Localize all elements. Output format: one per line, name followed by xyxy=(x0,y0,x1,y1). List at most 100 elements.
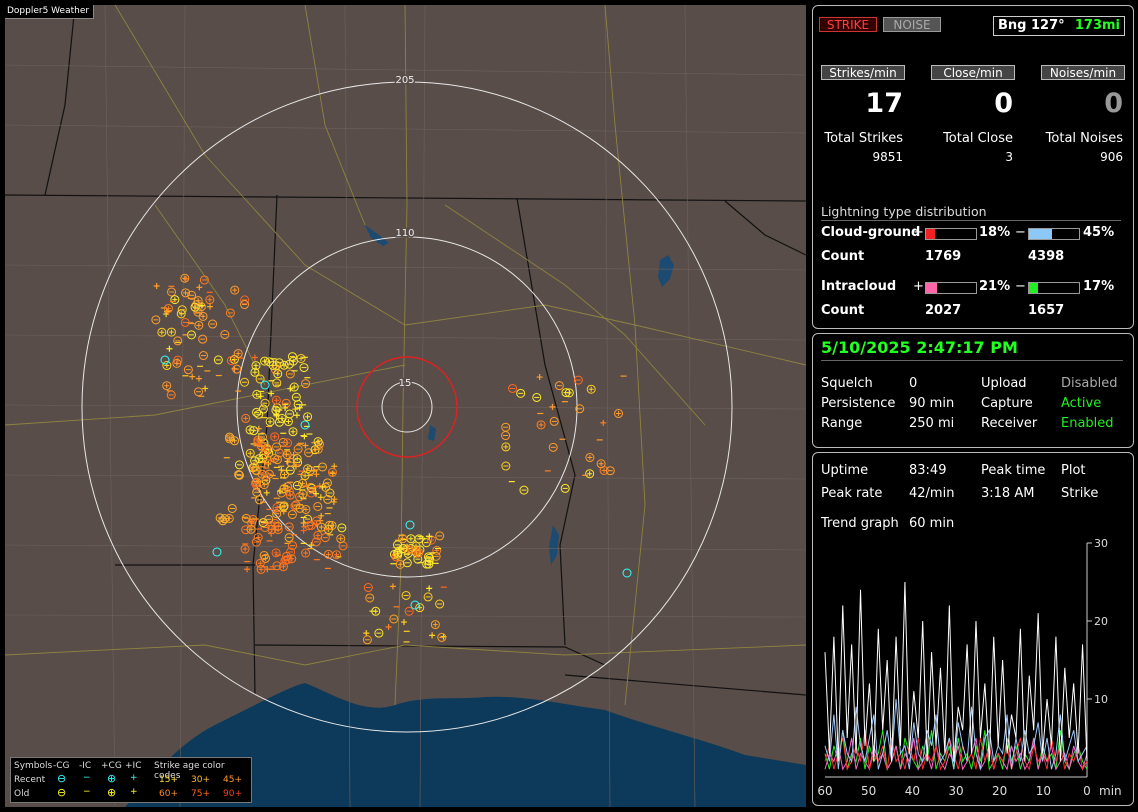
strike-marker xyxy=(272,434,278,440)
recent-strike-marker xyxy=(212,547,222,557)
strike-marker xyxy=(232,287,238,293)
range-label: Range xyxy=(821,416,863,431)
ic-minus-sign: − xyxy=(1015,279,1026,294)
highways xyxy=(5,5,806,706)
legend-recent-label: Recent xyxy=(14,775,46,785)
strike-marker xyxy=(429,632,436,639)
lightning-map[interactable]: 205 110 15 Doppler5 Weather Symbols -CG … xyxy=(5,5,806,807)
strike-marker xyxy=(303,550,309,556)
range-value: 250 mi xyxy=(909,416,955,431)
strike-marker xyxy=(300,480,306,486)
strike-marker xyxy=(315,532,321,538)
strikes-per-min-button[interactable]: Strikes/min xyxy=(821,65,905,80)
cg-positive-percent: 18% xyxy=(979,225,1011,240)
current-datetime: 5/10/2025 2:47:17 PM xyxy=(821,338,1123,361)
distance-value: 173mi xyxy=(1074,18,1120,33)
strike-marker xyxy=(588,386,594,392)
trend-x-tick-label: 60 xyxy=(817,784,832,798)
upload-label: Upload xyxy=(981,376,1027,391)
legend-recent-neg-cg-icon: ⊖ xyxy=(57,772,67,785)
recent-strike-marker xyxy=(410,600,420,610)
strike-marker xyxy=(385,624,392,631)
ic-negative-percent: 17% xyxy=(1083,279,1115,294)
strike-marker xyxy=(325,551,331,557)
strikes-per-min-value: 17 xyxy=(865,88,903,119)
strike-marker xyxy=(503,444,509,450)
plot-label: Plot xyxy=(1061,463,1086,478)
strike-marker xyxy=(207,303,214,310)
trend-x-unit: min xyxy=(1099,784,1122,798)
range-label-middle: 110 xyxy=(395,228,414,239)
strike-marker xyxy=(174,360,180,366)
strike-marker xyxy=(300,491,306,497)
legend-age-30: 30+ xyxy=(191,775,210,785)
legend-recent-neg-ic-icon: − xyxy=(83,773,91,783)
strike-marker xyxy=(317,494,324,501)
strike-marker xyxy=(275,527,281,533)
capture-label: Capture xyxy=(981,396,1033,411)
map-canvas: 205 110 15 xyxy=(5,5,806,807)
strike-marker xyxy=(247,450,253,456)
ic-positive-count: 2027 xyxy=(925,303,962,318)
receiver-label: Receiver xyxy=(981,416,1038,431)
noise-button[interactable]: NOISE xyxy=(883,17,941,32)
strike-marker xyxy=(263,489,270,496)
trend-panel: Uptime 83:49 Peak time Plot Peak rate 42… xyxy=(812,452,1134,806)
strike-marker xyxy=(363,630,370,637)
status-panel: 5/10/2025 2:47:17 PM Squelch 0 Upload Di… xyxy=(812,333,1134,448)
cg-plus-sign: + xyxy=(913,225,924,240)
strike-marker xyxy=(235,351,241,357)
peak-rate-label: Peak rate xyxy=(821,486,883,501)
strike-marker xyxy=(255,425,262,432)
strike-marker xyxy=(166,345,173,352)
strike-marker xyxy=(313,521,320,528)
trend-x-tick-label: 30 xyxy=(948,784,963,798)
strike-marker xyxy=(305,414,311,420)
upload-value: Disabled xyxy=(1061,376,1118,391)
strike-marker xyxy=(196,322,202,328)
strike-marker xyxy=(196,284,203,291)
strike-marker xyxy=(164,383,170,389)
trend-y-tick-label: 30 xyxy=(1094,537,1108,550)
plot-value[interactable]: Strike xyxy=(1061,486,1098,501)
strike-button[interactable]: STRIKE xyxy=(819,17,877,32)
trend-x-tick-label: 50 xyxy=(861,784,876,798)
legend-pos-ic: +IC xyxy=(125,761,142,771)
persistence-label: Persistence xyxy=(821,396,896,411)
legend-old-pos-cg-icon: ⊕ xyxy=(107,786,117,799)
legend-old-pos-ic-icon: + xyxy=(130,787,138,797)
strike-marker xyxy=(244,566,251,573)
strike-marker xyxy=(168,329,174,335)
bearing-value: Bng 127° xyxy=(998,18,1065,33)
recent-strike-marker xyxy=(160,355,170,365)
strike-marker xyxy=(202,385,209,392)
squelch-label: Squelch xyxy=(821,376,873,391)
total-noises-value: 906 xyxy=(1100,150,1123,164)
noises-per-min-button[interactable]: Noises/min xyxy=(1041,65,1125,80)
total-noises-label: Total Noises xyxy=(1045,131,1123,146)
strike-marker xyxy=(549,403,556,410)
lake xyxy=(428,425,436,441)
legend-old-label: Old xyxy=(14,789,30,799)
legend-recent-pos-cg-icon: ⊕ xyxy=(107,772,117,785)
legend-old-neg-ic-icon: − xyxy=(83,787,91,797)
trend-x-tick-label: 0 xyxy=(1083,784,1091,798)
cg-positive-bar xyxy=(925,228,977,240)
peak-time-label: Peak time xyxy=(981,463,1046,478)
strike-marker xyxy=(616,411,622,417)
strike-marker xyxy=(275,371,281,377)
strike-marker xyxy=(397,561,403,567)
recent-strike-marker xyxy=(622,568,632,578)
close-per-min-button[interactable]: Close/min xyxy=(931,65,1015,80)
strike-marker xyxy=(538,422,544,428)
total-strikes-value: 9851 xyxy=(872,150,903,164)
legend-symbols-label: Symbols xyxy=(14,761,53,771)
range-label-inner: 15 xyxy=(399,378,412,389)
trend-series-line xyxy=(824,581,1088,762)
strike-marker xyxy=(338,536,344,542)
receiver-value: Enabled xyxy=(1061,416,1114,431)
peak-rate-value: 42/min xyxy=(909,486,955,501)
strike-marker xyxy=(308,542,315,549)
strike-marker xyxy=(207,297,213,303)
map-legend: Symbols -CG -IC +CG +IC Strike age color… xyxy=(10,757,252,803)
